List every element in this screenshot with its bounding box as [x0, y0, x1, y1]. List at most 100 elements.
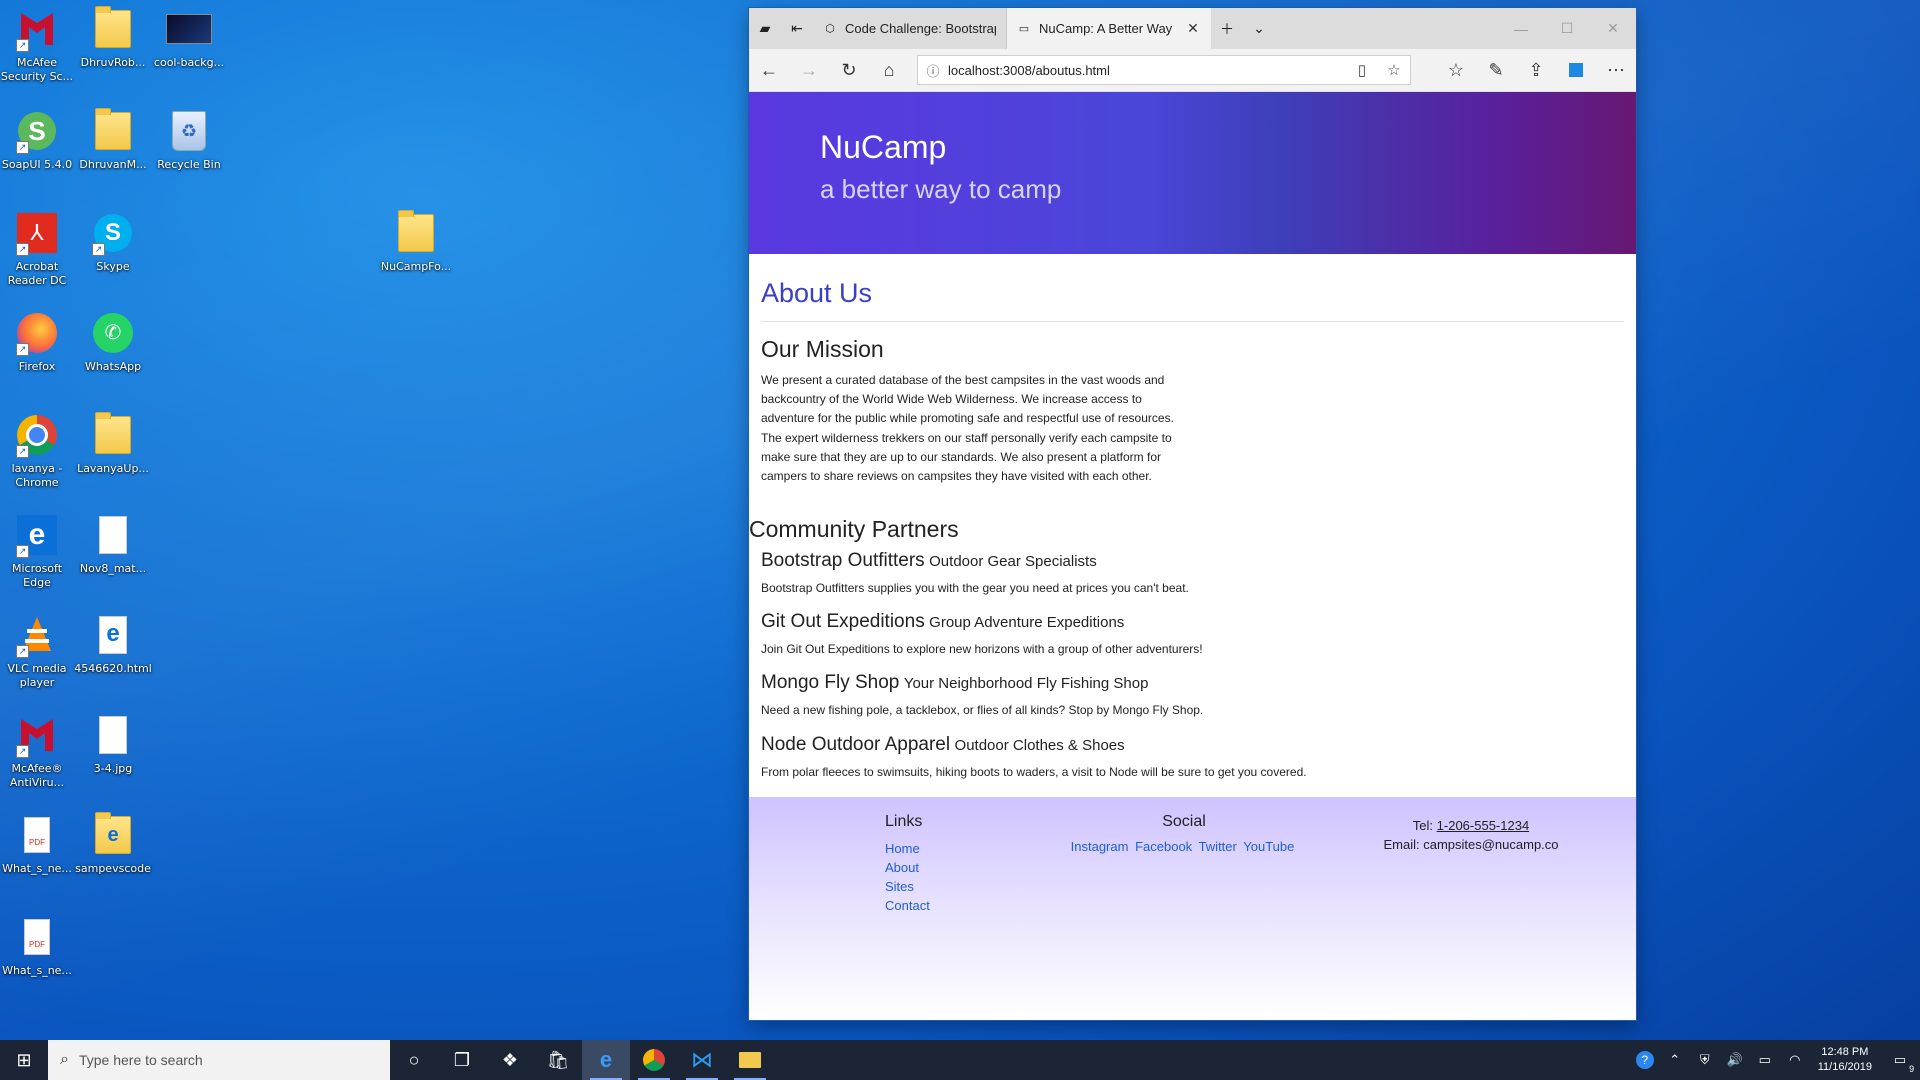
favorites-button[interactable]: ☆ [1436, 49, 1476, 91]
desktop-icon-skype[interactable]: S ↗ Skype [76, 210, 150, 274]
footer-link-sites[interactable]: Sites [885, 877, 930, 896]
partner-item: Bootstrap Outfitters Outdoor Gear Specia… [761, 550, 1621, 595]
desktop-icon-folder[interactable]: DhruvRob... [76, 6, 150, 70]
cortana-icon: ○ [408, 1049, 420, 1070]
browser-titlebar: ▰ ⇤ ⬡ Code Challenge: Bootstrap ▭ NuCamp… [749, 8, 1636, 49]
extension-button[interactable] [1556, 49, 1596, 91]
footer-link-about[interactable]: About [885, 858, 930, 877]
info-icon[interactable]: ⓘ [918, 61, 948, 80]
desktop-icon-pdf[interactable]: PDF What_s_ne... [0, 812, 74, 876]
page-icon: ▭ [1018, 23, 1030, 35]
dropbox-button[interactable]: ❖ [486, 1040, 534, 1080]
desktop-icon-soapui[interactable]: S ↗ SoapUI 5.4.0 [0, 108, 74, 172]
new-tab-button[interactable]: ＋ [1211, 8, 1243, 49]
tabs-icon: ▰ [759, 20, 771, 36]
tel-link[interactable]: 1-206-555-1234 [1437, 818, 1530, 833]
windows-icon: ⊞ [16, 1049, 32, 1070]
partner-item: Git Out Expeditions Group Adventure Expe… [761, 611, 1621, 656]
tab-list-button[interactable]: ⌄ [1243, 8, 1275, 49]
minimize-button[interactable]: — [1498, 8, 1544, 49]
desktop-icon-recycle-bin[interactable]: ♻ Recycle Bin [152, 108, 226, 172]
back-button[interactable]: ← [749, 49, 789, 91]
desktop-icon-folder[interactable]: NuCampFo... [379, 210, 453, 274]
clock-time: 12:48 PM [1821, 1046, 1869, 1058]
page-heading: About Us [761, 278, 873, 308]
address-url[interactable]: localhost:3008/aboutus.html [948, 63, 1346, 78]
footer-link-contact[interactable]: Contact [885, 896, 930, 915]
desktop-icon-mcafee[interactable]: ↗ McAfee Security Sc... [0, 6, 74, 84]
network-tray-button[interactable]: ◠ [1780, 1040, 1810, 1080]
folder-icon [393, 210, 439, 256]
tab-nucamp[interactable]: ▭ NuCamp: A Better Way ✕ [1007, 8, 1211, 49]
shield-icon: ⛨ [1699, 1052, 1710, 1067]
social-link-twitter[interactable]: Twitter [1199, 839, 1237, 854]
set-tabs-aside-button[interactable]: ▰ [749, 8, 781, 49]
partner-description: Join Git Out Expeditions to explore new … [761, 642, 1203, 656]
desktop-icon-folder[interactable]: LavanyaUp... [76, 412, 150, 476]
search-icon: ⌕ [60, 1051, 69, 1068]
edge-html-file-icon: e [90, 612, 136, 658]
desktop-icon-text-file[interactable]: Nov8_mat... [76, 512, 150, 576]
desktop-icon-folder[interactable]: e sampevscode [75, 812, 151, 876]
home-button[interactable]: ⌂ [869, 49, 909, 91]
desktop-icon-whatsapp[interactable]: ✆ WhatsApp [76, 310, 150, 374]
mission-text: We present a curated database of the bes… [761, 373, 1174, 484]
notes-button[interactable]: ✎ [1476, 49, 1516, 91]
desktop-icon-mcafee-antivirus[interactable]: ↗ McAfee® AntiViru... [0, 712, 74, 790]
folder-icon [90, 412, 136, 458]
task-view-icon: ❐ [453, 1049, 471, 1070]
refresh-button[interactable]: ↻ [829, 49, 869, 91]
desktop-icon-chrome[interactable]: ↗ lavanya - Chrome [0, 412, 74, 490]
tab-code-challenge[interactable]: ⬡ Code Challenge: Bootstrap [813, 8, 1007, 49]
favorites-icon: ☆ [1447, 59, 1465, 80]
share-button[interactable]: ⇪ [1516, 49, 1556, 91]
start-button[interactable]: ⊞ [0, 1040, 48, 1080]
desktop-icon-acrobat[interactable]: ⅄ ↗ Acrobat Reader DC [0, 210, 74, 288]
desktop-icon-vlc[interactable]: ↗ VLC media player [0, 612, 74, 690]
acrobat-icon: ⅄ ↗ [14, 210, 60, 256]
vscode-taskbar-button[interactable]: ⋈ [678, 1040, 726, 1080]
edge-taskbar-button[interactable]: e [582, 1040, 630, 1080]
address-bar[interactable]: ⓘ localhost:3008/aboutus.html ▯ ☆ [917, 55, 1411, 85]
store-button[interactable]: 🛍 [534, 1040, 582, 1080]
footer-link-home[interactable]: Home [885, 839, 930, 858]
social-link-instagram[interactable]: Instagram [1071, 839, 1129, 854]
partner-description: From polar fleeces to swimsuits, hiking … [761, 765, 1307, 779]
desktop-icon-edge[interactable]: e ↗ Microsoft Edge [0, 512, 74, 590]
battery-tray-button[interactable]: ▭ [1750, 1040, 1780, 1080]
desktop-icon-pdf[interactable]: PDF What_s_ne... [0, 914, 74, 978]
clock[interactable]: 12:48 PM 11/16/2019 [1810, 1045, 1880, 1075]
more-button[interactable]: ⋯ [1596, 49, 1636, 91]
social-link-facebook[interactable]: Facebook [1135, 839, 1192, 854]
folder-icon [90, 6, 136, 52]
maximize-button[interactable]: ☐ [1544, 8, 1590, 49]
social-link-youtube[interactable]: YouTube [1243, 839, 1294, 854]
refresh-icon: ↻ [841, 59, 857, 80]
forward-button[interactable]: → [789, 49, 829, 91]
close-tab-icon[interactable]: ✕ [1185, 20, 1201, 37]
action-center-button[interactable]: ▭ 9 [1880, 1040, 1920, 1080]
tel-label: Tel: [1412, 818, 1434, 833]
star-icon[interactable]: ☆ [1378, 61, 1410, 79]
desktop-icon-html-file[interactable]: e 4546620.html [74, 612, 152, 676]
divider [761, 321, 1624, 322]
explorer-taskbar-button[interactable] [726, 1040, 774, 1080]
window-controls: — ☐ ✕ [1498, 8, 1636, 49]
desktop-icon-folder[interactable]: DhruvanM... [76, 108, 150, 172]
tabs-aside-button[interactable]: ⇤ [781, 8, 813, 49]
desktop-icon-image[interactable]: cool-backg... [152, 6, 226, 70]
desktop-icon-firefox[interactable]: ↗ Firefox [0, 310, 74, 374]
cortana-button[interactable]: ○ [390, 1040, 438, 1080]
edge-icon: e ↗ [14, 512, 60, 558]
pdf-file-icon: PDF [14, 812, 60, 858]
desktop-icon-jpg[interactable]: 3-4.jpg [76, 712, 150, 776]
show-hidden-icons-button[interactable]: ⌃ [1660, 1040, 1690, 1080]
volume-tray-button[interactable]: 🔊 [1720, 1040, 1750, 1080]
taskbar-search[interactable]: ⌕ Type here to search [48, 1040, 390, 1080]
reading-view-icon[interactable]: ▯ [1346, 61, 1378, 79]
help-tray-button[interactable]: ? [1630, 1040, 1660, 1080]
chrome-taskbar-button[interactable] [630, 1040, 678, 1080]
task-view-button[interactable]: ❐ [438, 1040, 486, 1080]
close-window-button[interactable]: ✕ [1590, 8, 1636, 49]
security-tray-button[interactable]: ⛨ [1690, 1040, 1720, 1080]
